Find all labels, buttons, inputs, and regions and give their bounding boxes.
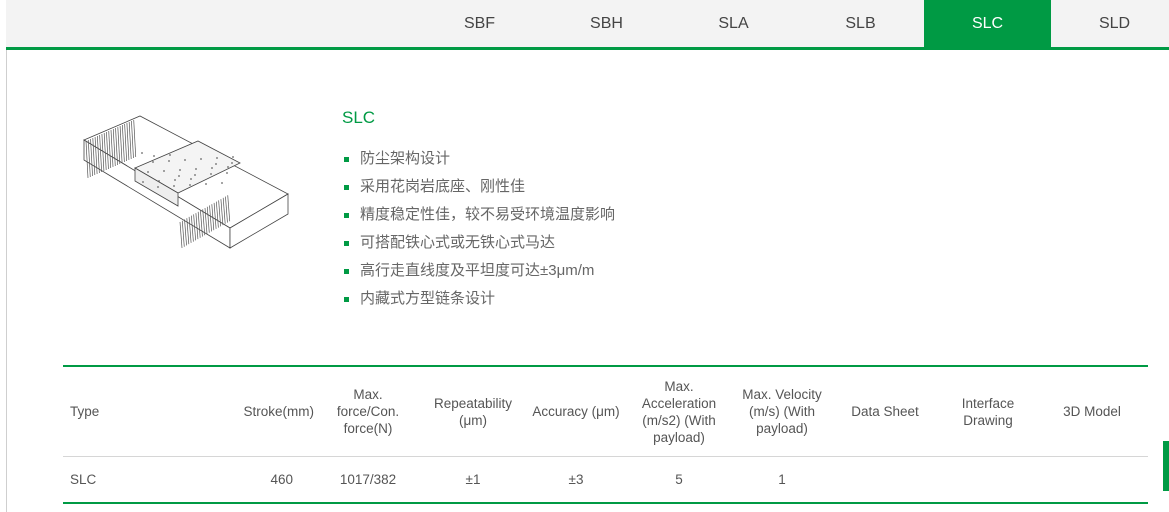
feature-item: 采用花岗岩底座、刚性佳 xyxy=(344,173,615,201)
tab-slb[interactable]: SLB xyxy=(797,0,924,47)
cell-interface-drawing[interactable] xyxy=(940,457,1036,504)
cell-accuracy: ±3 xyxy=(568,472,584,487)
bullet-icon xyxy=(344,268,349,274)
feature-item: 内藏式方型链条设计 xyxy=(344,285,615,313)
header-repeatability: Repeatability (μm) xyxy=(433,395,513,428)
table-header-row: Type Stroke(mm) Max. force/Con. force(N)… xyxy=(63,366,1148,457)
bullet-icon xyxy=(344,296,349,302)
product-tabs: SBF SBH SLA SLB SLC SLD xyxy=(416,0,1169,47)
product-title: SLC xyxy=(342,108,376,127)
bullet-icon xyxy=(344,240,349,246)
feature-item: 可搭配铁心式或无铁心式马达 xyxy=(344,229,615,257)
header-data-sheet: Data Sheet xyxy=(851,404,919,419)
feature-item: 精度稳定性佳，较不易受环境温度影响 xyxy=(344,201,615,229)
header-max-velocity: Max. Velocity (m/s) (With payload) xyxy=(742,387,822,436)
cell-type: SLC xyxy=(70,472,97,487)
tab-sbh[interactable]: SBH xyxy=(543,0,670,47)
feature-item: 防尘架构设计 xyxy=(344,145,615,173)
header-stroke: Stroke(mm) xyxy=(243,404,315,419)
bullet-icon xyxy=(344,212,349,218)
content-left-border xyxy=(6,50,7,512)
header-type: Type xyxy=(70,404,100,419)
feature-list: 防尘架构设计 采用花岗岩底座、刚性佳 精度稳定性佳，较不易受环境温度影响 可搭配… xyxy=(344,145,615,313)
cell-stroke: 460 xyxy=(270,472,293,487)
header-accuracy: Accuracy (μm) xyxy=(532,404,620,419)
tab-sld[interactable]: SLD xyxy=(1051,0,1169,47)
tab-bar-underline xyxy=(6,47,1169,50)
cell-max-acceleration: 5 xyxy=(675,472,683,487)
header-max-acceleration: Max. Acceleration (m/s2) (With payload) xyxy=(641,378,717,445)
tab-sbf[interactable]: SBF xyxy=(416,0,543,47)
header-3d-model: 3D Model xyxy=(1063,404,1121,419)
cell-max-velocity: 1 xyxy=(778,472,786,487)
header-max-force: Max. force/Con. force(N) xyxy=(336,387,400,436)
bullet-icon xyxy=(344,156,349,162)
spec-table: Type Stroke(mm) Max. force/Con. force(N)… xyxy=(63,365,1148,504)
product-image xyxy=(83,115,289,249)
bullet-icon xyxy=(344,184,349,190)
cell-max-force: 1017/382 xyxy=(339,472,397,487)
cell-data-sheet[interactable] xyxy=(830,457,940,504)
scroll-handle[interactable] xyxy=(1163,441,1169,491)
header-interface-drawing: Interface Drawing xyxy=(961,395,1015,428)
table-row: SLC 460 1017/382 ±1 ±3 5 1 xyxy=(63,456,1148,504)
tab-slc[interactable]: SLC xyxy=(924,0,1051,47)
feature-item: 高行走直线度及平坦度可达±3μm/m xyxy=(344,257,615,285)
tab-sla[interactable]: SLA xyxy=(670,0,797,47)
cell-3d-model[interactable] xyxy=(1036,457,1148,504)
cell-repeatability: ±1 xyxy=(465,472,481,487)
